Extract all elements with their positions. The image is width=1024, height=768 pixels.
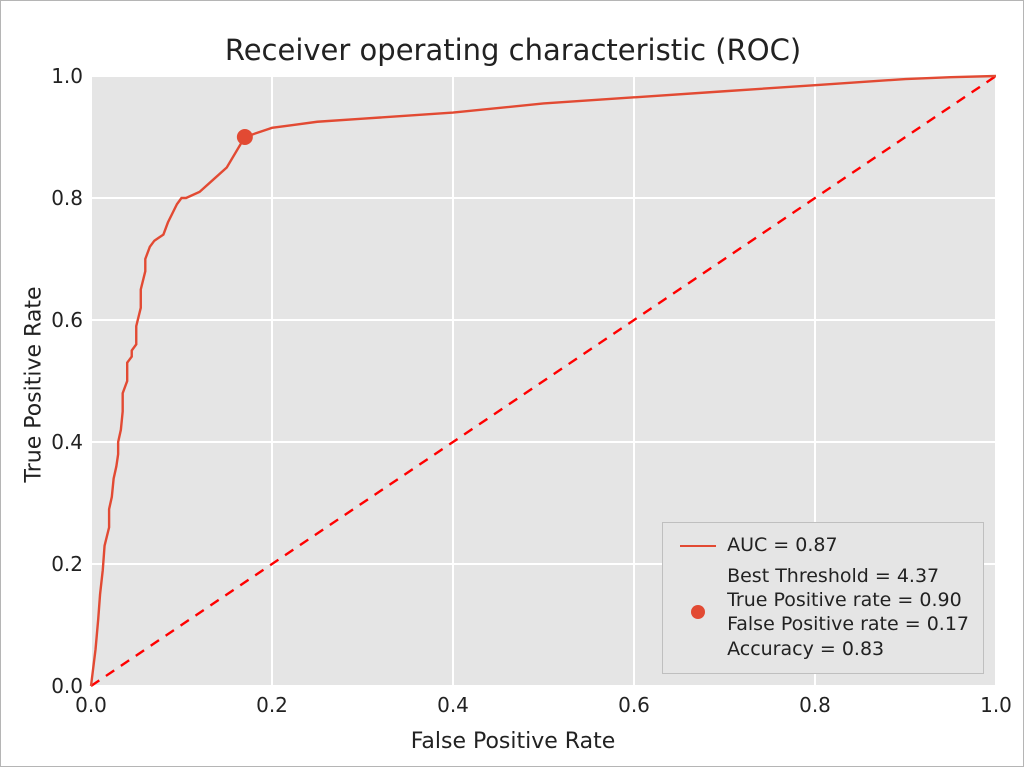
legend: AUC = 0.87 Best Threshold = 4.37 True Po… bbox=[662, 522, 984, 674]
x-axis-label: False Positive Rate bbox=[1, 729, 1024, 754]
x-tick-label: 0.8 bbox=[799, 693, 831, 717]
legend-label: AUC = 0.87 bbox=[727, 533, 837, 557]
legend-label: False Positive rate = 0.17 bbox=[727, 612, 969, 636]
legend-label: Best Threshold = 4.37 bbox=[727, 564, 969, 588]
chart-title: Receiver operating characteristic (ROC) bbox=[1, 33, 1024, 67]
legend-entry-best: Best Threshold = 4.37 True Positive rate… bbox=[677, 564, 969, 661]
x-tick-label: 0.2 bbox=[256, 693, 288, 717]
y-axis-label: True Positive Rate bbox=[19, 1, 49, 768]
legend-label: True Positive rate = 0.90 bbox=[727, 588, 969, 612]
legend-dot-icon bbox=[677, 605, 719, 619]
legend-entry-auc: AUC = 0.87 bbox=[677, 533, 969, 557]
figure: Receiver operating characteristic (ROC) … bbox=[0, 0, 1024, 767]
x-tick-label: 0.4 bbox=[437, 693, 469, 717]
legend-label: Accuracy = 0.83 bbox=[727, 637, 969, 661]
legend-line-icon bbox=[677, 545, 719, 547]
x-tick-label: 0.6 bbox=[618, 693, 650, 717]
x-tick-label: 1.0 bbox=[980, 693, 1012, 717]
plot-area: AUC = 0.87 Best Threshold = 4.37 True Po… bbox=[91, 76, 996, 686]
best-threshold-point bbox=[237, 129, 253, 145]
